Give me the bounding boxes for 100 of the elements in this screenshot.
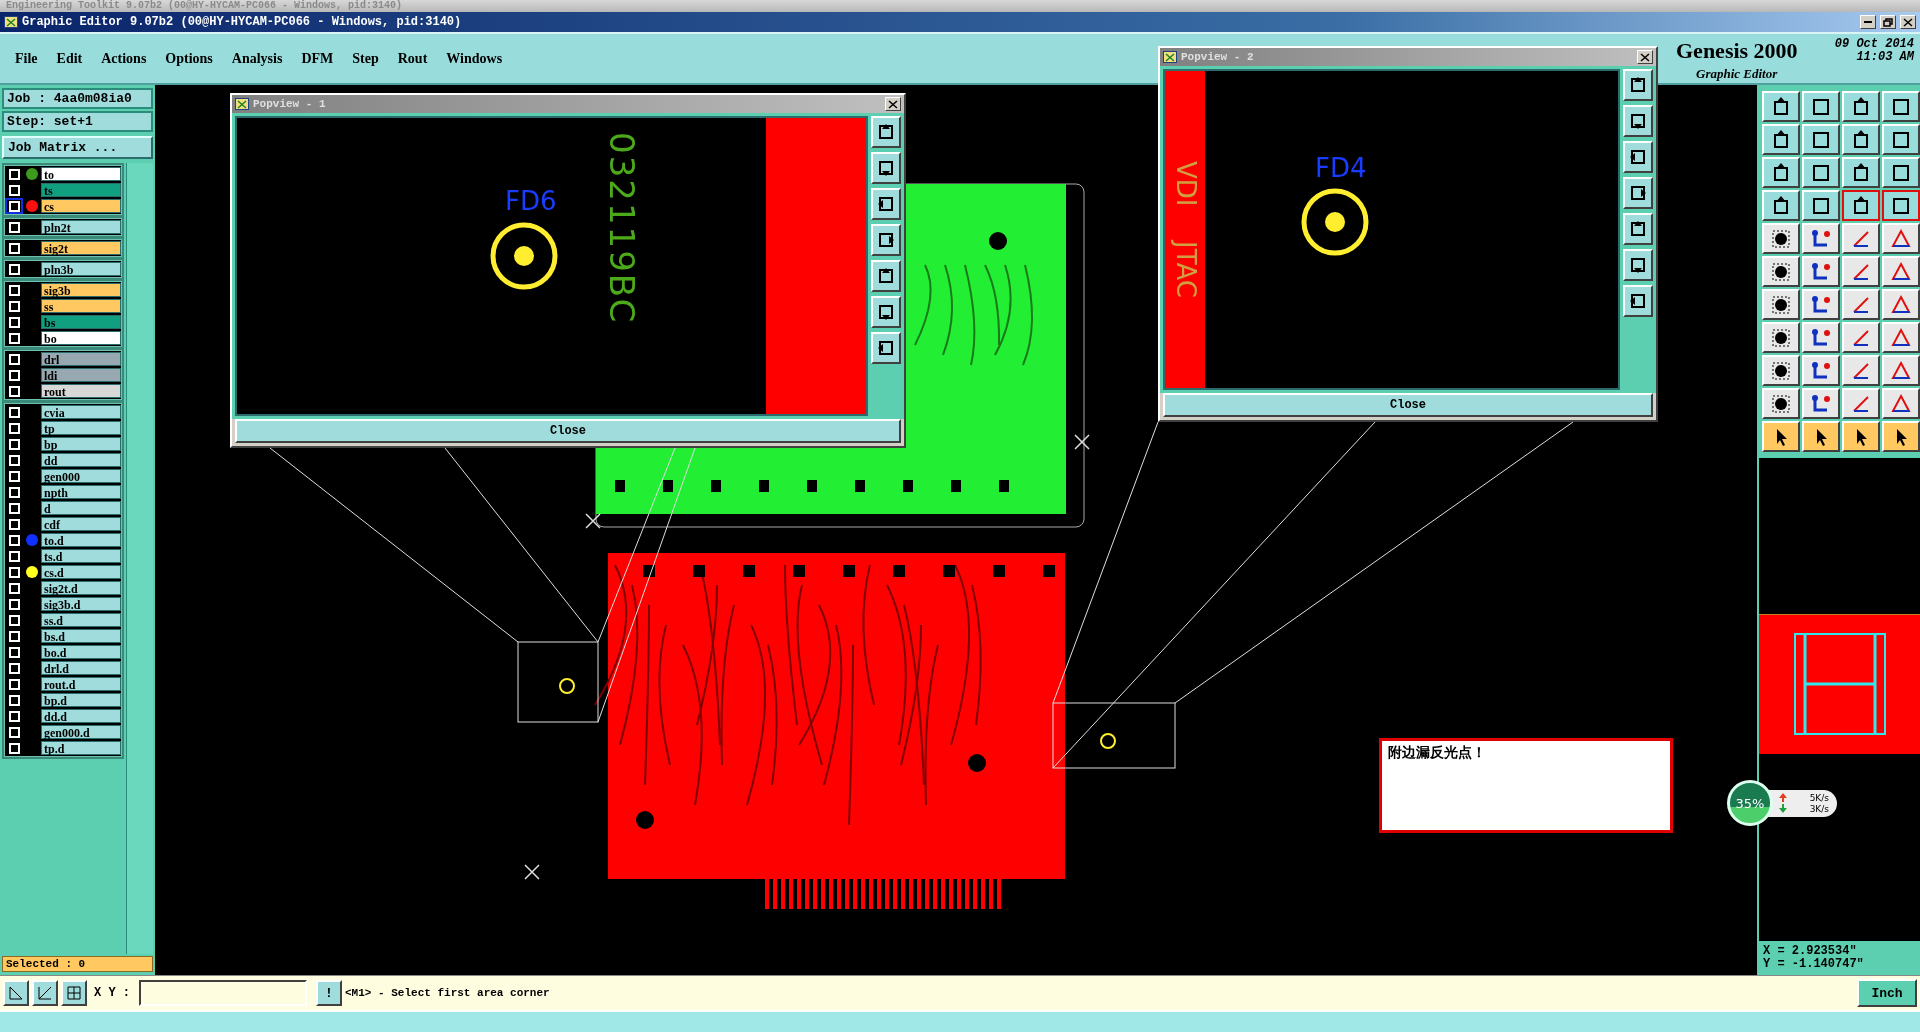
minimize-button[interactable]: [1860, 15, 1876, 29]
restore-button[interactable]: [1880, 15, 1896, 29]
view-button[interactable]: [1623, 69, 1653, 101]
layer-name[interactable]: bs.d: [41, 629, 121, 643]
menu-item[interactable]: Options: [165, 50, 213, 67]
close-button[interactable]: Close: [235, 419, 901, 443]
layer-name[interactable]: npth: [41, 485, 121, 499]
fiducial-label: FD6: [505, 186, 557, 216]
view-button[interactable]: [1623, 141, 1653, 173]
units-button[interactable]: Inch: [1857, 979, 1917, 1007]
tool-button[interactable]: [1882, 190, 1920, 221]
menu-item[interactable]: DFM: [301, 50, 334, 67]
menu-item[interactable]: Rout: [397, 50, 428, 67]
job-matrix-button[interactable]: Job Matrix ...: [2, 136, 153, 159]
cross-mark: [585, 513, 601, 529]
target-icon: [1770, 392, 1792, 415]
layer-name[interactable]: d: [41, 501, 121, 515]
menu-item[interactable]: Edit: [56, 50, 83, 67]
layer-name[interactable]: bp.d: [41, 693, 121, 707]
popview-title: Popview - 2: [1181, 51, 1255, 63]
prompt-button[interactable]: !: [316, 980, 342, 1006]
layer-name[interactable]: tp.d: [41, 741, 121, 755]
menu-item[interactable]: Analysis: [231, 50, 283, 67]
upload-arrow-icon: [1779, 793, 1787, 802]
view-button[interactable]: [1623, 249, 1653, 281]
menu-item[interactable]: Actions: [101, 50, 147, 67]
layer-name[interactable]: cs: [41, 199, 121, 213]
cross-mark: [1074, 434, 1090, 450]
layer-name[interactable]: drl.d: [41, 661, 121, 675]
app-icon: [1163, 51, 1177, 63]
target-icon: [1770, 227, 1792, 250]
close-button[interactable]: [1900, 15, 1916, 29]
target-icon: [1770, 293, 1792, 316]
grid-icon: [66, 985, 82, 1001]
close-button[interactable]: [1637, 50, 1653, 64]
layer-name[interactable]: cs.d: [41, 565, 121, 579]
layer-name[interactable]: pln2t: [41, 220, 121, 234]
nodes-icon: [1810, 359, 1832, 382]
x-coordinate: X = 2.923534": [1763, 945, 1858, 958]
layer-name[interactable]: sig2t.d: [41, 581, 121, 595]
layer-name[interactable]: sig2t: [41, 241, 121, 255]
view-button[interactable]: [1623, 285, 1653, 317]
layer-name[interactable]: sig3b.d: [41, 597, 121, 611]
target-icon: [1770, 260, 1792, 283]
view-button[interactable]: [871, 152, 901, 184]
layer-name[interactable]: ss: [41, 299, 121, 313]
layer-name[interactable]: sig3b: [41, 283, 121, 297]
layer-name[interactable]: to.d: [41, 533, 121, 547]
message-text: 附边漏反光点！: [1388, 744, 1486, 760]
restore-icon: [1883, 17, 1893, 27]
layer-name[interactable]: dd: [41, 453, 121, 467]
layer-name[interactable]: rout: [41, 384, 121, 398]
layer-name[interactable]: ts.d: [41, 549, 121, 563]
triangle-icon: [1890, 359, 1912, 382]
layer-name[interactable]: cdf: [41, 517, 121, 531]
view-button[interactable]: [871, 116, 901, 148]
download-speed: 3K/s: [1808, 803, 1829, 814]
angle-icon: [37, 985, 53, 1001]
app-icon: [235, 98, 249, 110]
layer-name[interactable]: gen000.d: [41, 725, 121, 739]
close-icon: [888, 99, 898, 109]
layer-name[interactable]: ss.d: [41, 613, 121, 627]
diagonal-line-icon: [8, 985, 24, 1001]
layer-name[interactable]: bo: [41, 331, 121, 345]
target-icon: [1770, 359, 1792, 382]
xy-input[interactable]: [139, 980, 307, 1006]
time-text: 11:03 AM: [1856, 51, 1914, 64]
layer-name[interactable]: ldi: [41, 368, 121, 382]
close-icon: [1903, 17, 1913, 27]
view-button[interactable]: [1623, 105, 1653, 137]
layer-name[interactable]: ts: [41, 183, 121, 197]
tool-button[interactable]: [1842, 190, 1880, 221]
nodes-icon: [1810, 227, 1832, 250]
layer-name[interactable]: drl: [41, 352, 121, 366]
layer-name[interactable]: dd.d: [41, 709, 121, 723]
menu-item[interactable]: Windows: [446, 50, 503, 67]
triangle-icon: [1890, 326, 1912, 349]
menu-item[interactable]: Step: [352, 50, 379, 67]
layer-name[interactable]: pln3b: [41, 262, 121, 276]
view-button[interactable]: [871, 224, 901, 256]
view-button[interactable]: [871, 188, 901, 220]
upload-speed: 5K/s: [1808, 792, 1829, 803]
close-button[interactable]: [885, 97, 901, 111]
menu-item[interactable]: File: [15, 50, 38, 67]
layer-name[interactable]: bo.d: [41, 645, 121, 659]
layer-name[interactable]: to: [41, 167, 121, 181]
close-button[interactable]: Close: [1163, 393, 1653, 417]
layer-name[interactable]: bs: [41, 315, 121, 329]
layer-name[interactable]: gen000: [41, 469, 121, 483]
view-button[interactable]: [871, 296, 901, 328]
brand-subtitle: Graphic Editor: [1695, 65, 1779, 82]
layer-name[interactable]: rout.d: [41, 677, 121, 691]
layer-name[interactable]: cvia: [41, 405, 121, 419]
fiducial-icon: [489, 221, 559, 291]
view-button[interactable]: [871, 332, 901, 364]
step-label: Step: set+1: [2, 111, 153, 132]
view-button[interactable]: [1623, 213, 1653, 245]
triangle-icon: [1890, 227, 1912, 250]
view-button[interactable]: [871, 260, 901, 292]
view-button[interactable]: [1623, 177, 1653, 209]
